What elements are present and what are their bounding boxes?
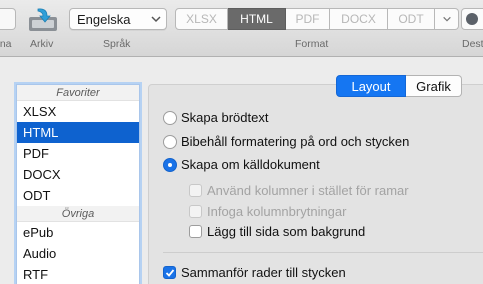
checkbox[interactable] bbox=[189, 205, 202, 218]
arrow-in-icon bbox=[37, 8, 51, 23]
tab-layout[interactable]: Layout bbox=[336, 75, 406, 97]
list-item-docx[interactable]: DOCX bbox=[17, 164, 139, 185]
radio-plain-text-label: Skapa brödtext bbox=[181, 110, 269, 125]
list-item-xlsx[interactable]: XLSX bbox=[17, 101, 139, 122]
open-label: nna bbox=[0, 38, 12, 50]
save-label: Arkiv bbox=[30, 38, 54, 50]
destination-label: Dest bbox=[462, 38, 483, 50]
format-label: Format bbox=[295, 38, 329, 50]
format-html[interactable]: HTML bbox=[228, 8, 286, 30]
favorites-header: Favoriter bbox=[17, 85, 139, 101]
check-column-breaks[interactable]: Infoga kolumnbrytningar bbox=[189, 204, 346, 219]
radio-button-selected[interactable] bbox=[163, 157, 177, 172]
language-value: Engelska bbox=[77, 12, 131, 27]
checkbox[interactable] bbox=[189, 184, 202, 197]
radio-recreate-source-label: Skapa om källdokument bbox=[181, 157, 320, 172]
format-pdf[interactable]: PDF bbox=[286, 8, 330, 30]
format-docx[interactable]: DOCX bbox=[330, 8, 388, 30]
divider bbox=[163, 252, 483, 253]
options-tabs: Layout Grafik bbox=[336, 75, 462, 97]
format-xlsx[interactable]: XLSX bbox=[175, 8, 228, 30]
radio-button[interactable] bbox=[163, 110, 177, 125]
chevron-down-icon bbox=[442, 16, 451, 22]
save-to-archive-button[interactable] bbox=[27, 6, 59, 33]
list-item-rtf[interactable]: RTF bbox=[17, 264, 139, 284]
check-page-background[interactable]: Lägg till sida som bakgrund bbox=[189, 224, 365, 239]
destination-button[interactable] bbox=[461, 8, 483, 30]
check-merge-lines[interactable]: Sammanför rader till stycken bbox=[163, 265, 346, 280]
format-more-button[interactable] bbox=[435, 8, 459, 30]
chevron-down-icon bbox=[151, 16, 161, 23]
checkbox[interactable] bbox=[189, 225, 202, 238]
list-item-html[interactable]: HTML bbox=[17, 122, 139, 143]
checkmark-icon bbox=[165, 269, 175, 277]
checkbox-checked[interactable] bbox=[163, 266, 176, 279]
list-item-audio[interactable]: Audio bbox=[17, 243, 139, 264]
list-item-pdf[interactable]: PDF bbox=[17, 143, 139, 164]
radio-plain-text[interactable]: Skapa brödtext bbox=[163, 110, 268, 125]
radio-button[interactable] bbox=[163, 134, 177, 149]
radio-keep-formatting-label: Bibehåll formatering på ord och stycken bbox=[181, 134, 410, 149]
check-column-breaks-label: Infoga kolumnbrytningar bbox=[207, 204, 347, 219]
language-select[interactable]: Engelska bbox=[69, 8, 167, 30]
other-header: Övriga bbox=[17, 206, 139, 222]
open-button[interactable] bbox=[0, 8, 16, 30]
destination-icon bbox=[466, 13, 478, 25]
check-use-columns[interactable]: Använd kolumner i stället för ramar bbox=[189, 183, 409, 198]
format-odt[interactable]: ODT bbox=[388, 8, 435, 30]
format-segmented-control: XLSX HTML PDF DOCX ODT bbox=[175, 8, 459, 30]
radio-recreate-source[interactable]: Skapa om källdokument bbox=[163, 157, 320, 172]
tab-grafik[interactable]: Grafik bbox=[406, 75, 462, 97]
check-page-background-label: Lägg till sida som bakgrund bbox=[207, 224, 366, 239]
check-merge-lines-label: Sammanför rader till stycken bbox=[181, 265, 346, 280]
list-item-epub[interactable]: ePub bbox=[17, 222, 139, 243]
check-use-columns-label: Använd kolumner i stället för ramar bbox=[207, 183, 409, 198]
toolbar: nna Arkiv Engelska Språk XLSX HTML PDF D… bbox=[0, 0, 483, 57]
language-label: Språk bbox=[103, 38, 131, 50]
radio-keep-formatting[interactable]: Bibehåll formatering på ord och stycken bbox=[163, 134, 409, 149]
format-list: Favoriter XLSX HTML PDF DOCX ODT Övriga … bbox=[16, 84, 140, 284]
list-item-odt[interactable]: ODT bbox=[17, 185, 139, 206]
